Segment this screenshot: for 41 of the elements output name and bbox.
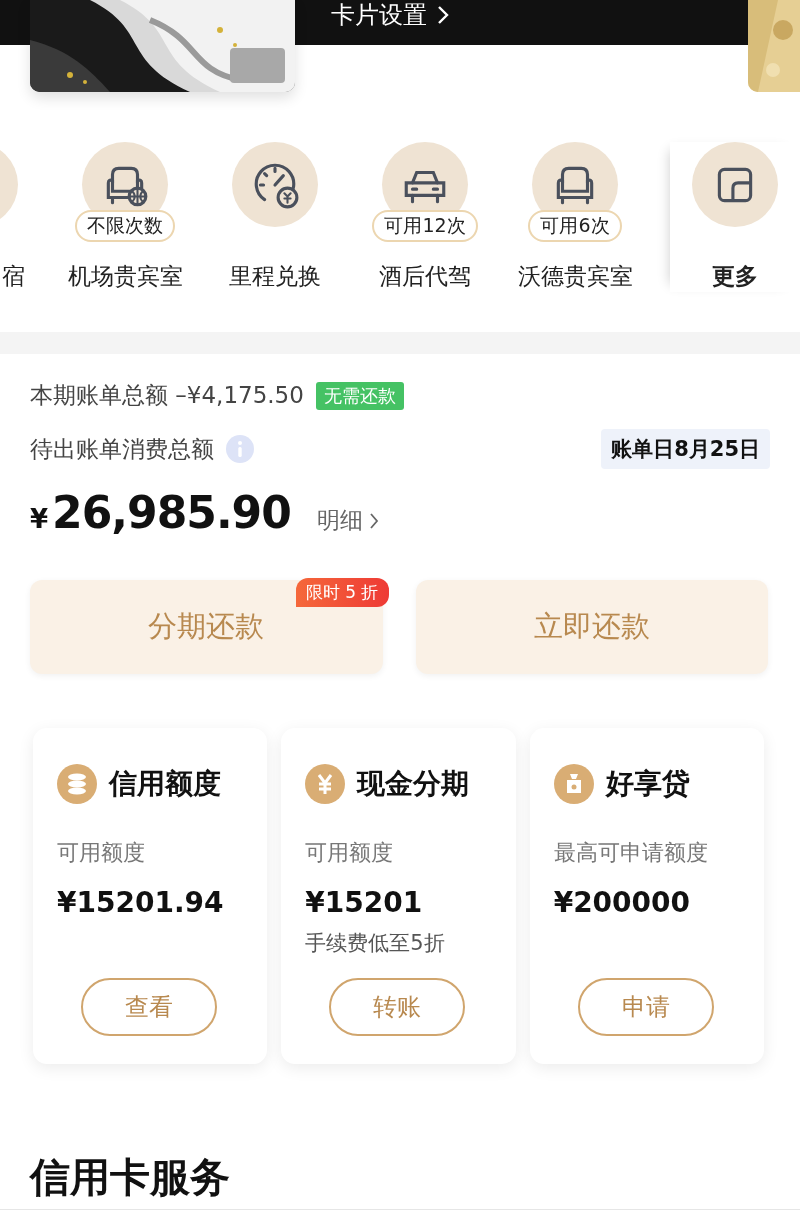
service-item[interactable]: 宿 <box>0 142 25 292</box>
more-item[interactable]: 更多 <box>670 142 800 292</box>
fee-note: 手续费低至5折 <box>305 930 446 957</box>
status-tag: 无需还款 <box>315 381 404 410</box>
service-item[interactable]: 可用6次 沃德贵宾室 <box>500 142 650 292</box>
service-item[interactable]: 可用12次 酒后代驾 <box>350 142 500 292</box>
card-settings-link[interactable]: 卡片设置 <box>331 0 449 30</box>
usage-badge: 不限次数 <box>75 210 175 242</box>
service-item[interactable]: 不限次数 机场贵宾室 <box>50 142 200 292</box>
pending-amount: 26,985.90 <box>52 487 291 538</box>
currency-sign: ¥ <box>30 504 49 534</box>
detail-link[interactable]: 明细 <box>316 505 379 536</box>
service-label: 机场贵宾室 <box>67 262 183 291</box>
money-bag-icon <box>553 764 594 804</box>
yen-icon <box>305 764 346 804</box>
usage-badge: 可用12次 <box>372 210 478 242</box>
section-title: 信用卡服务 <box>30 1153 231 1202</box>
coins-icon <box>57 764 97 804</box>
limit-label: 最高可申请额度 <box>553 839 709 867</box>
chevron-right-icon <box>437 5 449 25</box>
limit-amount: ¥15201 <box>305 886 424 919</box>
limit-label: 可用额度 <box>305 839 395 867</box>
service-label: 沃德贵宾室 <box>517 262 633 291</box>
service-label: 宿 <box>2 262 25 291</box>
service-label: 酒后代驾 <box>379 262 471 291</box>
product-title: 信用额度 <box>109 766 221 802</box>
limit-amount: ¥15201.94 <box>57 886 225 919</box>
limit-label: 可用额度 <box>57 839 146 867</box>
service-label: 里程兑换 <box>229 262 321 291</box>
statement-total: 本期账单总额 –¥4,175.50 <box>30 381 304 410</box>
promo-badge: 限时 5 折 <box>295 578 389 607</box>
product-title: 好享贷 <box>605 766 690 802</box>
chevron-right-icon <box>368 511 379 530</box>
service-label: 更多 <box>712 262 758 291</box>
usage-badge: 可用6次 <box>528 210 622 242</box>
pending-total-label: 待出账单消费总额 <box>30 434 214 464</box>
info-icon[interactable] <box>226 435 254 463</box>
limit-amount: ¥200000 <box>553 886 692 919</box>
product-title: 现金分期 <box>357 766 470 802</box>
service-item[interactable]: 里程兑换 <box>200 142 350 292</box>
due-date-tag: 账单日8月25日 <box>601 429 770 469</box>
